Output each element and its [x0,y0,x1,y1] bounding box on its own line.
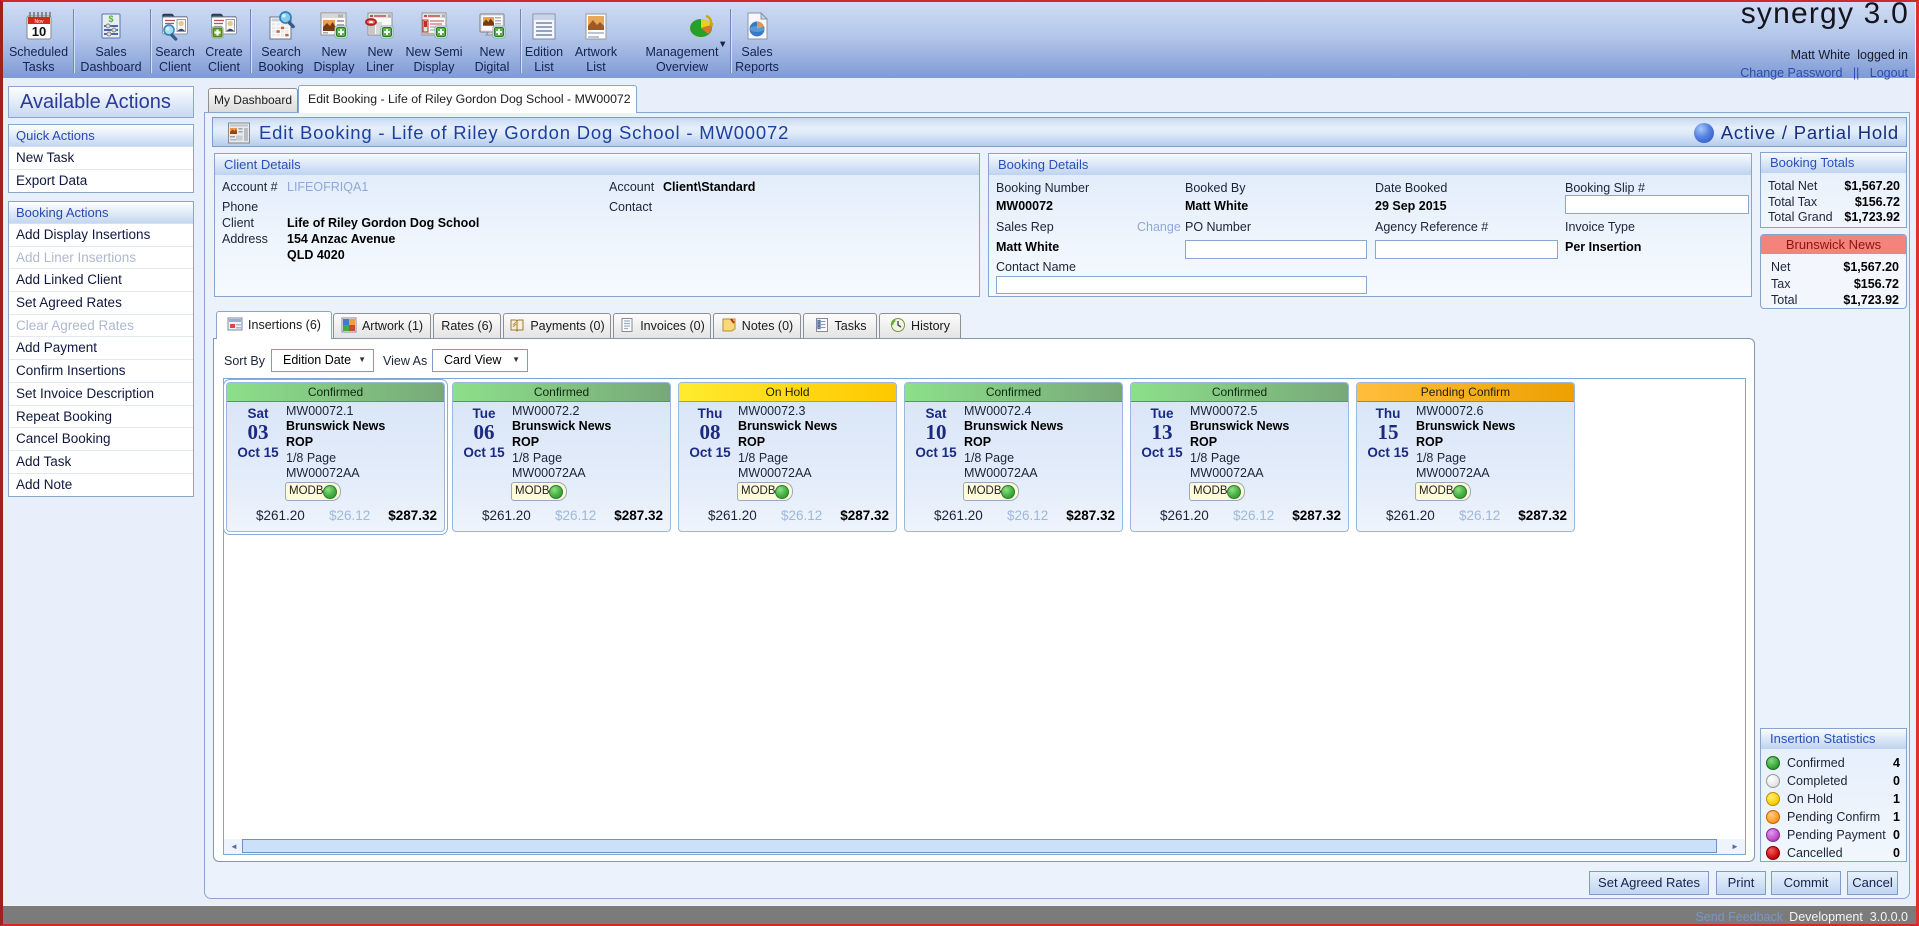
svg-text:$: $ [108,14,113,24]
svg-text:10: 10 [31,24,45,39]
